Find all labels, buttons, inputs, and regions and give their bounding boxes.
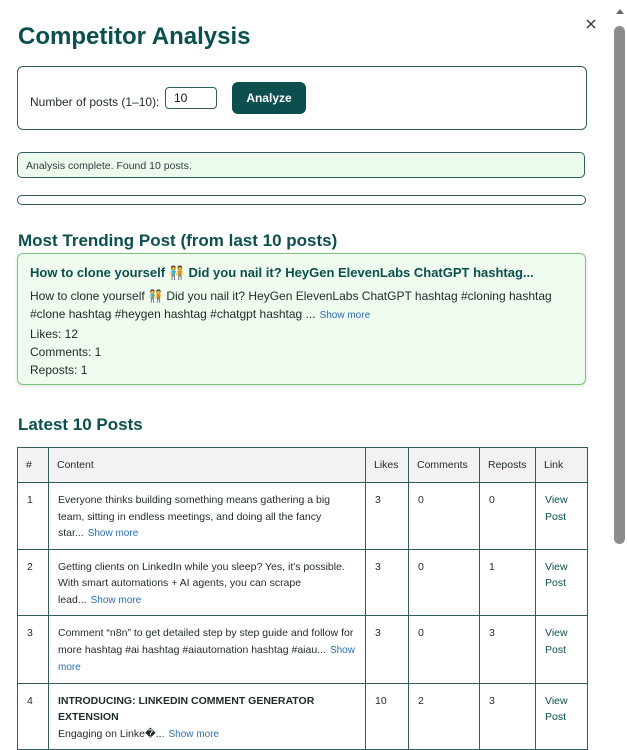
row-number: 4 (17, 682, 49, 750)
row-comments: 0 (408, 548, 480, 616)
column-header: Reposts (479, 447, 536, 483)
table-row: 4 INTRODUCING: LINKEDIN COMMENT GENERATO… (17, 682, 588, 750)
row-link-cell: View Post (535, 548, 588, 616)
row-reposts: 1 (479, 548, 536, 616)
view-post-link[interactable]: View Post (545, 695, 568, 724)
row-number: 1 (17, 482, 49, 550)
view-post-link[interactable]: View Post (545, 627, 568, 656)
row-content: Getting clients on LinkedIn while you sl… (48, 548, 366, 616)
row-likes: 3 (365, 615, 409, 684)
trending-reposts: Reposts: 1 (30, 363, 88, 377)
row-link-cell: View Post (535, 482, 588, 550)
row-content-heading: INTRODUCING: LINKEDIN COMMENT GENERATOR … (58, 694, 315, 724)
row-reposts: 3 (479, 682, 536, 750)
row-likes: 10 (365, 682, 409, 750)
row-likes: 3 (365, 548, 409, 616)
show-more-link[interactable]: Show more (320, 310, 371, 321)
trending-post-card: How to clone yourself 🧑‍🤝‍🧑 Did you nail… (17, 253, 586, 385)
show-more-link[interactable]: Show more (88, 528, 139, 539)
column-header: Comments (408, 447, 480, 483)
trending-post-body: How to clone yourself 🧑‍🤝‍🧑 Did you nail… (30, 287, 573, 325)
column-header: Link (535, 447, 588, 483)
row-likes: 3 (365, 482, 409, 550)
row-content: INTRODUCING: LINKEDIN COMMENT GENERATOR … (48, 682, 366, 750)
posts-table: # Content Likes Comments Reposts Link 1 … (17, 447, 588, 750)
row-comments: 2 (408, 682, 480, 750)
row-reposts: 0 (479, 482, 536, 550)
posts-count-input[interactable] (165, 87, 217, 109)
analyze-form: Number of posts (1–10): Analyze (17, 66, 587, 130)
column-header: Content (48, 447, 366, 483)
show-more-link[interactable]: Show more (91, 595, 142, 606)
latest-heading: Latest 10 Posts (18, 415, 143, 434)
table-row: 1 Everyone thinks building something mea… (17, 482, 588, 550)
row-reposts: 3 (479, 615, 536, 684)
trending-comments: Comments: 1 (30, 345, 102, 359)
column-header: Likes (365, 447, 409, 483)
scrollbar-thumb[interactable] (614, 26, 625, 544)
trending-post-text: How to clone yourself 🧑‍🤝‍🧑 Did you nail… (30, 289, 552, 321)
view-post-link[interactable]: View Post (545, 494, 568, 523)
column-header: # (17, 447, 49, 483)
posts-count-label: Number of posts (1–10): (30, 95, 160, 109)
row-content: Comment “n8n” to get detailed step by st… (48, 615, 366, 684)
row-content-text: Comment “n8n” to get detailed step by st… (58, 627, 354, 656)
table-header-row: # Content Likes Comments Reposts Link (17, 447, 588, 483)
row-number: 3 (17, 615, 49, 684)
analyze-button[interactable]: Analyze (232, 82, 306, 114)
status-message: Analysis complete. Found 10 posts. (17, 152, 585, 178)
row-content-text: Engaging on Linke�... (58, 727, 165, 740)
row-content: Everyone thinks building something means… (48, 482, 366, 550)
table-row: 2 Getting clients on LinkedIn while you … (17, 548, 588, 616)
trending-post-title[interactable]: How to clone yourself 🧑‍🤝‍🧑 Did you nail… (30, 265, 573, 281)
row-comments: 0 (408, 482, 480, 550)
scroll-up-arrow-icon[interactable] (616, 8, 624, 14)
trending-heading: Most Trending Post (from last 10 posts) (18, 231, 338, 250)
table-row: 3 Comment “n8n” to get detailed step by … (17, 615, 588, 684)
trending-likes: Likes: 12 (30, 327, 79, 341)
row-link-cell: View Post (535, 682, 588, 750)
show-more-link[interactable]: Show more (169, 729, 220, 740)
page-title: Competitor Analysis (18, 23, 251, 50)
view-post-link[interactable]: View Post (545, 561, 568, 590)
progress-bar (17, 195, 586, 205)
close-icon[interactable] (584, 17, 598, 31)
row-number: 2 (17, 548, 49, 616)
row-comments: 0 (408, 615, 480, 684)
row-link-cell: View Post (535, 615, 588, 684)
